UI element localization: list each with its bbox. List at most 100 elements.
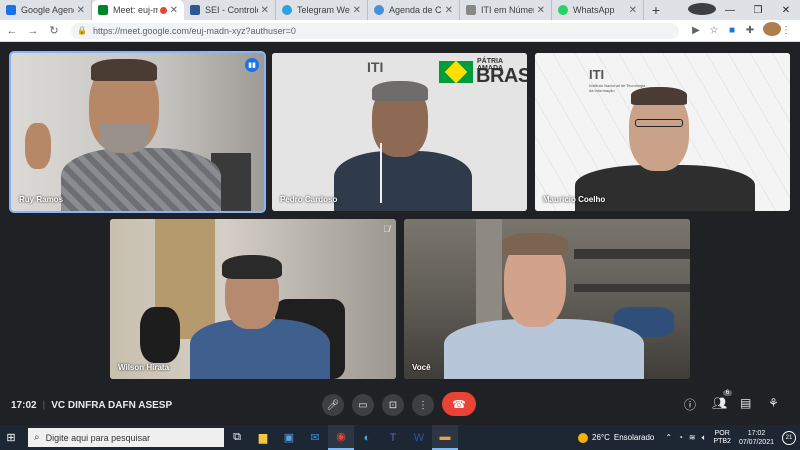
- tab-telegram[interactable]: Telegram Web ✕: [276, 0, 368, 20]
- person-body: [575, 165, 755, 211]
- temperature[interactable]: 26°C: [592, 433, 610, 442]
- iti-logo: ITI: [589, 67, 605, 82]
- edge-button[interactable]: ◐: [354, 425, 380, 450]
- file-explorer-button[interactable]: ▆: [250, 425, 276, 450]
- recording-icon: [159, 6, 167, 14]
- activities-icon: ⚘: [768, 396, 779, 410]
- sei-icon: [190, 5, 200, 15]
- new-tab-button[interactable]: +: [644, 0, 668, 20]
- mic-off-icon: 🎙̸: [383, 224, 390, 234]
- chat-button[interactable]: ▤: [740, 396, 751, 410]
- chrome-button[interactable]: ◉: [328, 425, 354, 450]
- activities-button[interactable]: ⚘: [768, 396, 779, 410]
- bookmark-star-icon[interactable]: ☆: [705, 25, 723, 36]
- language-code: POR: [714, 429, 730, 437]
- word-button[interactable]: W: [406, 425, 432, 450]
- close-tab-icon[interactable]: ✕: [261, 5, 269, 16]
- teams-button[interactable]: T: [380, 425, 406, 450]
- close-tab-icon[interactable]: ✕: [629, 5, 637, 16]
- minimize-button[interactable]: —: [716, 5, 744, 16]
- language-indicator[interactable]: POR PTB2: [713, 430, 731, 446]
- participant-tile-self[interactable]: Você: [404, 219, 690, 379]
- store-button[interactable]: ▣: [276, 425, 302, 450]
- windows-logo-icon: ⊞: [6, 432, 16, 444]
- camera-in-use-icon[interactable]: ▶: [687, 25, 705, 36]
- camera-icon: ▭: [358, 399, 368, 411]
- participant-tile-ruy-ramos[interactable]: ▮▮ Ruy Ramos: [9, 51, 266, 213]
- start-button[interactable]: ⊞: [0, 425, 22, 450]
- more-options-button[interactable]: ⋮: [412, 394, 434, 416]
- extensions-puzzle-icon[interactable]: ✚: [741, 25, 759, 36]
- menu-dots-icon[interactable]: ⋮: [777, 25, 795, 36]
- separator: |: [42, 399, 46, 411]
- network-icon[interactable]: ◔: [678, 433, 683, 442]
- meet-video-grid: ▮▮ Ruy Ramos ITI PÁTRIA AMADA BRASIL Ped…: [0, 43, 800, 385]
- background-shelf-2: [574, 284, 690, 292]
- taskbar-search-input[interactable]: ⌕ Digite aqui para pesquisar: [28, 428, 224, 447]
- notifications-button[interactable]: 21: [782, 430, 796, 445]
- clock-time: 17:02: [747, 429, 766, 437]
- profile-avatar[interactable]: [759, 22, 781, 39]
- close-tab-icon[interactable]: ✕: [537, 5, 545, 16]
- close-tab-icon[interactable]: ✕: [170, 5, 178, 16]
- maximize-button[interactable]: ❐: [744, 5, 772, 16]
- taskbar-clock[interactable]: 17:02 07/07/2021: [739, 429, 774, 447]
- url-input[interactable]: 🔒 https://meet.google.com/euj-madn-xyz?a…: [71, 22, 679, 39]
- close-window-button[interactable]: ✕: [772, 5, 800, 16]
- search-icon: ⌕: [34, 432, 40, 443]
- present-screen-button[interactable]: ⊡: [382, 394, 404, 416]
- person-hand: [25, 123, 51, 169]
- keyboard-layout: PTB2: [713, 437, 731, 445]
- address-bar: ← → ↻ 🔒 https://meet.google.com/euj-madn…: [0, 20, 800, 42]
- meeting-details-button[interactable]: ⓘ: [684, 396, 696, 413]
- participants-button[interactable]: 👥︎ 6: [712, 390, 733, 410]
- participant-name: Ruy Ramos: [19, 195, 64, 204]
- person-hair: [91, 59, 157, 81]
- back-button[interactable]: ←: [3, 25, 21, 37]
- participant-name: Maurício Coelho: [543, 195, 606, 204]
- telegram-icon: [282, 5, 292, 15]
- participant-tile-mauricio-coelho[interactable]: ITI Instituto Nacional de Tecnologia da …: [535, 53, 790, 211]
- meeting-title: VC DINFRA DAFN ASESP: [51, 399, 173, 411]
- tab-agenda-carlos[interactable]: Agenda de Carlo✕: [368, 0, 460, 20]
- app-button[interactable]: ▬: [432, 425, 458, 450]
- tab-meet[interactable]: Meet: euj-m ✕: [92, 0, 184, 20]
- microphone-button[interactable]: 🎤︎: [322, 394, 344, 416]
- tab-sei[interactable]: SEI - Controle de✕: [184, 0, 276, 20]
- participant-name: Wilson Hirata: [118, 363, 170, 372]
- app-icon: ▬: [439, 430, 451, 443]
- forward-button[interactable]: →: [24, 25, 42, 37]
- background-bag: [140, 307, 180, 363]
- mail-icon: ✉: [310, 432, 320, 444]
- close-tab-icon[interactable]: ✕: [445, 5, 453, 16]
- edge-icon: ◐: [363, 431, 371, 444]
- task-view-button[interactable]: ⧉: [224, 425, 250, 450]
- volume-icon[interactable]: 🔈︎: [702, 433, 707, 443]
- camera-button[interactable]: ▭: [352, 394, 374, 416]
- mail-button[interactable]: ✉: [302, 425, 328, 450]
- close-tab-icon[interactable]: ✕: [77, 5, 85, 16]
- close-tab-icon[interactable]: ✕: [353, 5, 361, 16]
- word-icon: W: [413, 431, 425, 444]
- windows-taskbar: ⊞ ⌕ Digite aqui para pesquisar ⧉ ▆ ▣ ✉ ◉…: [0, 425, 800, 450]
- weather-text[interactable]: Ensolarado: [614, 433, 654, 442]
- tab-whatsapp[interactable]: WhatsApp ✕: [552, 0, 644, 20]
- lock-icon[interactable]: 🔒: [77, 26, 87, 35]
- participant-name: Você: [412, 363, 431, 372]
- participant-tile-wilson-hirata[interactable]: 🎙̸ Wilson Hirata: [110, 219, 396, 379]
- extension-icon[interactable]: ■: [723, 25, 741, 36]
- wifi-icon[interactable]: ≋: [689, 433, 696, 442]
- teams-icon: T: [389, 431, 397, 444]
- tray-chevron-icon[interactable]: ⌃: [665, 433, 672, 442]
- tab-google-agenda[interactable]: Google Agenda✕: [0, 0, 92, 20]
- site-icon: [374, 5, 384, 15]
- tab-iti-numeros[interactable]: ITI em Números✕: [460, 0, 552, 20]
- person-hair: [372, 81, 428, 101]
- participant-tile-pedro-cardoso[interactable]: ITI PÁTRIA AMADA BRASIL Pedro Cardoso: [272, 53, 527, 211]
- profile-icon[interactable]: [688, 2, 716, 18]
- leave-call-button[interactable]: ☎︎: [442, 392, 476, 416]
- reload-button[interactable]: ↻: [45, 24, 63, 37]
- url-text: https://meet.google.com/euj-madn-xyz?aut…: [92, 25, 296, 36]
- people-icon: 👥︎: [712, 396, 728, 410]
- person-hair: [631, 87, 687, 105]
